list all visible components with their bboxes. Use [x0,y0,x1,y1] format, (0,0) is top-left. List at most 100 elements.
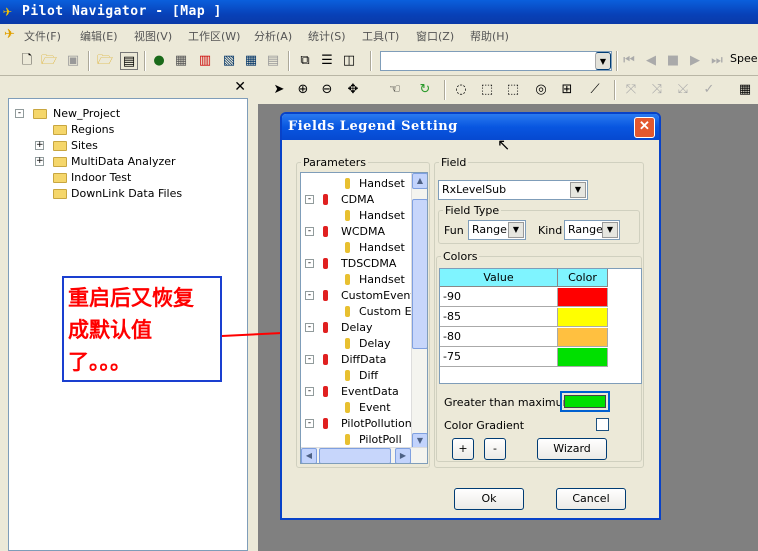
zoom-in-icon[interactable]: ⊕ [294,81,312,99]
param-item[interactable]: EventData [341,385,399,398]
collapse-icon[interactable]: - [305,355,314,364]
export-icon[interactable]: ▤ [264,52,282,70]
menu-tools[interactable]: 工具(T) [362,28,399,44]
refresh-icon[interactable]: ↻ [416,81,434,99]
menu-view[interactable]: 视图(V) [134,28,172,44]
lasso-icon[interactable]: ◌ [452,81,470,99]
tool-c-icon[interactable]: ⤩ [674,81,692,99]
param-item[interactable]: Handset [359,273,405,286]
collapse-icon[interactable]: - [15,109,24,118]
menu-help[interactable]: 帮助(H) [470,28,509,44]
window-horizontal-icon[interactable]: ☰ [318,52,336,70]
chevron-down-icon[interactable]: ▼ [508,222,524,238]
collapse-icon[interactable]: - [305,323,314,332]
tree-item-new-project[interactable]: New_Project [53,107,120,120]
add-row-button[interactable]: + [452,438,474,460]
select-rect-icon[interactable]: ⬚ [478,81,496,99]
wizard-button[interactable]: Wizard [537,438,607,460]
zoom-out-icon[interactable]: ⊖ [318,81,336,99]
pan-icon[interactable]: ✥ [344,81,362,99]
skip-forward-icon[interactable]: ⏭ [708,52,726,70]
tree-item-indoor-test[interactable]: Indoor Test [71,171,131,184]
collapse-icon[interactable]: - [305,291,314,300]
window-vertical-icon[interactable]: ◫ [340,52,358,70]
color-row-value[interactable]: -75 [440,348,558,367]
param-item[interactable]: Custom Ev [359,305,418,318]
menu-window[interactable]: 窗口(Z) [416,28,454,44]
collapse-icon[interactable]: - [305,195,314,204]
menu-analysis[interactable]: 分析(A) [254,28,292,44]
select-circle-icon[interactable]: ◎ [532,81,550,99]
chart-icon[interactable]: ▧ [220,52,238,70]
stop-icon[interactable]: ■ [664,52,682,70]
window-cascade-icon[interactable]: ⧉ [296,52,314,70]
skip-back-icon[interactable]: ⏮ [620,52,638,70]
param-item[interactable]: PilotPoll [359,433,402,446]
close-icon[interactable]: ✕ [634,117,655,138]
scroll-left-icon[interactable]: ◀ [301,448,317,463]
ruler-icon[interactable]: ⟋ [586,81,604,99]
param-item[interactable]: CDMA [341,193,374,206]
param-item[interactable]: PilotPollution [341,417,412,430]
measure-icon[interactable]: ⊞ [558,81,576,99]
tree-item-regions[interactable]: Regions [71,123,114,136]
collapse-icon[interactable]: - [305,419,314,428]
play-icon[interactable]: ▶ [686,52,704,70]
fun-select[interactable]: Range ▼ [468,220,526,240]
properties-icon[interactable]: ▤ [120,52,138,70]
color-row-swatch[interactable] [558,308,608,327]
param-item[interactable]: Handset [359,209,405,222]
menu-edit[interactable]: 编辑(E) [80,28,118,44]
new-file-icon[interactable]: 🗋 [18,52,36,70]
scroll-up-icon[interactable]: ▲ [412,173,427,189]
field-select[interactable]: RxLevelSub ▼ [438,180,588,200]
param-item[interactable]: Event [359,401,391,414]
color-row-value[interactable]: -90 [440,288,558,307]
param-item[interactable]: CustomEvent [341,289,415,302]
table-icon[interactable]: ▦ [242,52,260,70]
param-item[interactable]: WCDMA [341,225,385,238]
gradient-checkbox[interactable] [596,418,609,431]
menu-file[interactable]: 文件(F) [24,28,61,44]
param-item[interactable]: Delay [359,337,391,350]
expand-icon[interactable]: + [35,157,44,166]
app-menu-icon[interactable]: ✈ [4,27,15,42]
select-point-icon[interactable]: ⬚ [504,81,522,99]
layers-icon[interactable]: ▦ [172,52,190,70]
menu-statistics[interactable]: 统计(S) [308,28,346,44]
toolbar-combo[interactable]: ▼ [380,51,612,71]
report-icon[interactable]: ▥ [196,52,214,70]
tree-item-sites[interactable]: Sites [71,139,98,152]
tool-b-icon[interactable]: ⤨ [648,81,666,99]
tree-item-downlink[interactable]: DownLink Data Files [71,187,182,200]
color-row-value[interactable]: -80 [440,328,558,347]
globe-icon[interactable]: ● [150,52,168,70]
collapse-icon[interactable]: - [305,227,314,236]
scroll-right-icon[interactable]: ▶ [395,448,411,463]
expand-icon[interactable]: + [35,141,44,150]
param-item[interactable]: Diff [359,369,378,382]
chevron-down-icon[interactable]: ▼ [595,52,611,70]
menu-workspace[interactable]: 工作区(W) [188,28,240,44]
vertical-scrollbar[interactable]: ▲ ▼ [411,173,427,449]
tool-a-icon[interactable]: ⤧ [622,81,640,99]
grid-icon[interactable]: ▦ [736,81,754,99]
tree-item-multidata[interactable]: MultiData Analyzer [71,155,176,168]
collapse-icon[interactable]: - [305,259,314,268]
open-project-icon[interactable]: 🗁 [96,52,114,70]
chevron-down-icon[interactable]: ▼ [602,222,618,238]
open-folder-icon[interactable]: 🗁 [40,52,58,70]
param-item[interactable]: Delay [341,321,373,334]
color-row-swatch[interactable] [558,328,608,347]
param-item[interactable]: DiffData [341,353,386,366]
horizontal-scrollbar[interactable]: ◀ ▶ [301,447,427,463]
collapse-icon[interactable]: - [305,387,314,396]
greater-color-swatch[interactable] [560,391,610,412]
ok-button[interactable]: Ok [454,488,524,510]
remove-row-button[interactable]: - [484,438,506,460]
param-item[interactable]: Handset [359,177,405,190]
param-item[interactable]: Handset [359,241,405,254]
save-icon[interactable]: ▣ [64,52,82,70]
hand-icon[interactable]: ☜ [386,81,404,99]
cancel-button[interactable]: Cancel [556,488,626,510]
